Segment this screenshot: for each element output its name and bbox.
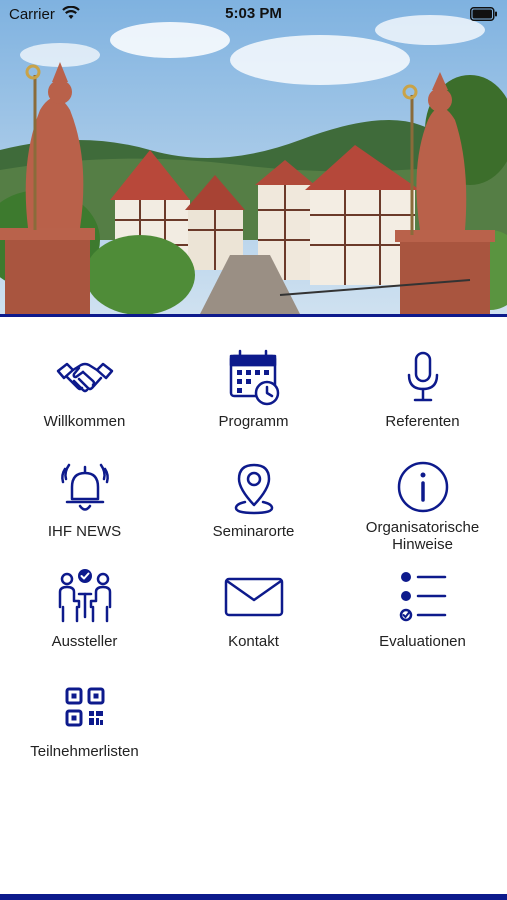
tile-willkommen[interactable]: Willkommen [0, 317, 169, 430]
status-bar: Carrier 5:03 PM [0, 0, 507, 28]
tile-kontakt[interactable]: Kontakt [169, 537, 338, 650]
tile-teilnehmerlisten[interactable]: Teilnehmerlisten [0, 647, 169, 760]
envelope-icon [224, 567, 284, 627]
tile-label: Teilnehmerlisten [30, 743, 139, 760]
tile-evaluationen[interactable]: Evaluationen [338, 537, 507, 650]
tile-referenten[interactable]: Referenten [338, 317, 507, 430]
map-pin-icon [224, 457, 284, 517]
checklist-icon [393, 567, 453, 627]
info-circle-icon [393, 457, 453, 517]
meeting-people-icon [55, 567, 115, 627]
handshake-icon [55, 347, 115, 407]
tile-aussteller[interactable]: Aussteller [0, 537, 169, 650]
tile-label: Evaluationen [379, 633, 466, 650]
qr-code-icon [55, 677, 115, 737]
header-photo [0, 0, 507, 314]
tile-seminarorte[interactable]: Seminarorte [169, 427, 338, 540]
microphone-icon [393, 347, 453, 407]
calendar-clock-icon [224, 347, 284, 407]
battery-icon [470, 7, 498, 25]
bell-ringing-icon [55, 457, 115, 517]
tile-organisatorische-hinweise[interactable]: Organisatorische Hinweise [338, 427, 507, 553]
bottom-bar [0, 894, 507, 900]
clock-time: 5:03 PM [225, 5, 282, 22]
tile-label: Kontakt [228, 633, 279, 650]
tile-ihf-news[interactable]: IHF NEWS [0, 427, 169, 540]
tile-programm[interactable]: Programm [169, 317, 338, 430]
